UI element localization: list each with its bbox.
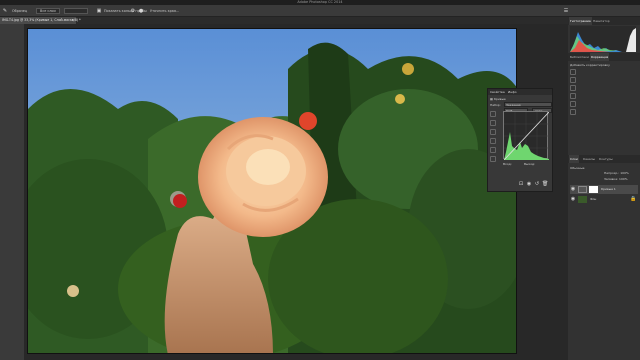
workspace-menu-icon[interactable]: ☰	[563, 8, 569, 14]
hue-saturation-icon[interactable]	[570, 109, 576, 115]
opacity-label: Непрозр.: 100%	[604, 171, 629, 175]
sample-label: Образец	[12, 9, 28, 13]
white-point-eyedropper-icon[interactable]	[490, 138, 496, 144]
tools-panel	[0, 24, 24, 360]
levels-icon[interactable]	[570, 77, 576, 83]
curves-icon: ▦	[490, 97, 493, 101]
tab-channels[interactable]: Каналы	[582, 155, 596, 163]
curve-histogram	[503, 111, 550, 161]
fill-label: Заливка: 100%	[604, 177, 628, 181]
settings-icon[interactable]: ⚙	[130, 8, 136, 14]
tab-navigator[interactable]: Навигатор	[592, 17, 611, 25]
curves-adjust-icon[interactable]	[570, 85, 576, 91]
fill-label-text: Заливка:	[604, 177, 619, 181]
tab-histogram[interactable]: Гистограмма	[569, 17, 592, 25]
tab-layers[interactable]: Слои	[569, 155, 579, 163]
tab-info[interactable]: Инфо	[508, 89, 517, 95]
brush-icon[interactable]: ●	[138, 8, 144, 14]
preset-select[interactable]: Заказная	[504, 102, 552, 107]
fill-value[interactable]: 100%	[619, 177, 628, 181]
histogram-panel	[570, 26, 636, 52]
checkbox-icon[interactable]: ▣	[96, 8, 102, 14]
smooth-icon[interactable]	[490, 156, 496, 162]
tab-properties[interactable]: Свойства	[490, 89, 505, 95]
opacity-value[interactable]: 100%	[620, 171, 629, 175]
vibrance-icon[interactable]	[570, 101, 576, 107]
exposure-icon[interactable]	[570, 93, 576, 99]
layers-kind-filter[interactable]: Обычные	[570, 166, 585, 170]
refine-edge-button[interactable]: Уточнить края...	[150, 8, 179, 14]
reset-icon[interactable]: ↺	[534, 181, 540, 187]
preset-value: Заказная	[506, 103, 521, 107]
adjustment-thumb	[578, 186, 587, 193]
document-tabbar: IMG-T4.jpg @ 33,3% (Кривые 1, Слой-маска…	[0, 17, 570, 24]
layer-row-background[interactable]: ◉ Фон 🔒	[570, 195, 638, 204]
opacity-label-text: Непрозр.:	[604, 171, 620, 175]
eyedropper-icon[interactable]: ✎	[2, 8, 8, 14]
properties-header: Свойства Инфо	[488, 89, 552, 95]
properties-title-label: Кривые	[493, 97, 506, 101]
tab-libraries[interactable]: Библиотеки	[569, 53, 590, 61]
output-label: Выход:	[524, 162, 536, 166]
input-label: Вход:	[503, 162, 512, 166]
black-point-eyedropper-icon[interactable]	[490, 120, 496, 126]
pencil-icon[interactable]	[490, 147, 496, 153]
target-adjust-icon[interactable]	[490, 111, 496, 117]
preset-label: Набор:	[490, 103, 501, 107]
histogram-chart	[570, 28, 636, 52]
properties-title: ▦ Кривые	[490, 97, 506, 101]
curves-tools	[490, 111, 500, 165]
brightness-icon[interactable]	[570, 69, 576, 75]
tab-paths[interactable]: Контуры	[598, 155, 614, 163]
adjustments-title: Добавить корректировку	[570, 63, 610, 67]
clip-to-layer-icon[interactable]: ⊡	[518, 181, 524, 187]
close-icon[interactable]: ×	[71, 17, 74, 24]
document-canvas[interactable]	[27, 28, 517, 354]
right-panels: Гистограмма Навигатор Библиотеки Коррекц…	[568, 17, 640, 360]
mask-thumb[interactable]	[589, 186, 598, 193]
gray-point-eyedropper-icon[interactable]	[490, 129, 496, 135]
sample-layers-select[interactable]	[64, 8, 88, 14]
adjustments-tabs: Библиотеки Коррекция	[568, 53, 640, 61]
photo-image	[28, 29, 516, 353]
lock-icon: 🔒	[630, 196, 637, 202]
curve-graph[interactable]	[503, 111, 550, 161]
options-bar: ✎ Образец Все слои ▣ Показать кольцо про…	[0, 5, 640, 17]
layer-name: Фон	[590, 197, 597, 201]
adjustments-icons	[570, 69, 582, 117]
document-tab-title: IMG-T4.jpg @ 33,3% (Кривые 1, Слой-маска…	[2, 18, 81, 22]
layer-thumb	[578, 196, 587, 203]
document-tab[interactable]: IMG-T4.jpg @ 33,3% (Кривые 1, Слой-маска…	[0, 17, 81, 24]
eye-icon[interactable]: ◉	[570, 196, 576, 202]
eye-icon[interactable]: ◉	[570, 186, 576, 192]
layer-name: Кривые 1	[601, 187, 616, 191]
layer-row-curves[interactable]: ◉ Кривые 1	[570, 185, 638, 194]
trash-icon[interactable]: 🗑	[542, 181, 548, 187]
properties-panel[interactable]: Свойства Инфо ▦ Кривые Набор: Заказная R…	[487, 88, 553, 192]
tab-adjustments[interactable]: Коррекция	[590, 53, 610, 61]
visibility-icon[interactable]: ◉	[526, 181, 532, 187]
histogram-tabs: Гистограмма Навигатор	[568, 17, 640, 25]
layers-tabs: Слои Каналы Контуры	[568, 155, 640, 163]
all-layers-label[interactable]: Все слои	[40, 8, 56, 14]
